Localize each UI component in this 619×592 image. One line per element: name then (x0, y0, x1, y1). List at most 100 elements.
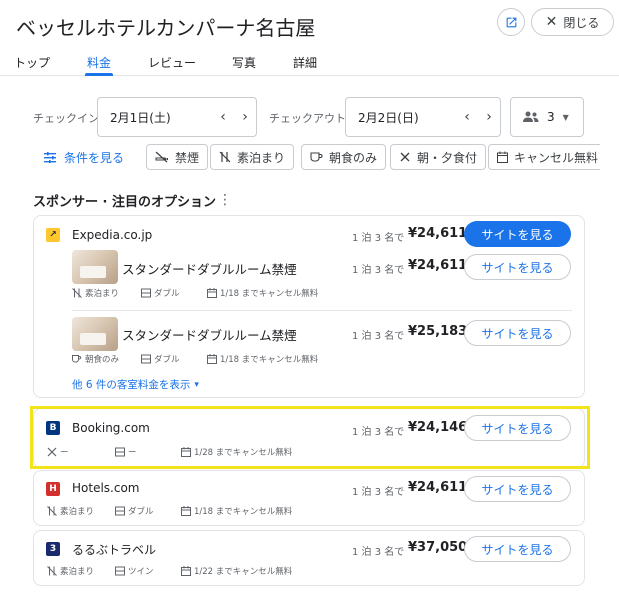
provider-name: るるぶトラベル (72, 543, 157, 557)
no-meals-icon (47, 566, 57, 576)
provider-card-rurubu: 3 るるぶトラベル 1 泊 3 名で ¥37,050 サイトを見る 素泊まり ツ… (33, 530, 585, 586)
chevron-right-icon[interactable]: › (234, 109, 256, 125)
bed-label: ダブル (128, 507, 154, 517)
chevron-left-icon[interactable]: ‹ (456, 109, 478, 125)
bed-label: ツイン (128, 567, 154, 577)
price: ¥37,050 (408, 540, 468, 555)
rurubu-logo-icon: 3 (46, 542, 60, 556)
per-night-label: 1 泊 3 名で (352, 265, 405, 276)
no-meals-icon (219, 151, 231, 163)
guest-count: 3 (547, 110, 555, 124)
room-thumbnail[interactable] (72, 317, 118, 351)
provider-name: Hotels.com (72, 481, 140, 495)
view-site-button[interactable]: サイトを見る (464, 476, 571, 502)
meal-label: 朝食のみ (85, 355, 120, 365)
section-title: スポンサー · 注目のオプション (33, 195, 216, 210)
checkin-label: チェックイン (33, 112, 99, 125)
hotel-title: ベッセルホテルカンパーナ名古屋 (16, 16, 316, 40)
view-site-button[interactable]: サイトを見る (464, 221, 571, 247)
chip-non-smoking[interactable]: 禁煙 (146, 144, 209, 170)
checkin-date: 2月1日(土) (110, 110, 171, 125)
chip-label: 素泊まり (237, 150, 286, 165)
chip-room-only[interactable]: 素泊まり (210, 144, 295, 170)
cancel-label: 1/18 までキャンセル無料 (194, 507, 293, 517)
bed-icon (141, 354, 151, 364)
meal-info: 素泊まり (47, 505, 94, 517)
bed-label: ダブル (154, 289, 180, 299)
room-thumbnail[interactable] (72, 250, 118, 284)
filter-conditions-button[interactable]: 条件を見る (44, 149, 124, 166)
calendar-icon (207, 354, 217, 364)
tab-rates[interactable]: 料金 (87, 54, 111, 71)
chip-free-cancellation[interactable]: キャンセル無料 (488, 144, 600, 170)
close-icon: ✕ (545, 14, 558, 30)
per-night-label: 1 泊 3 名で (352, 547, 405, 558)
highlight-box (30, 406, 590, 469)
cancel-label: 1/18 までキャンセル無料 (220, 355, 319, 365)
tab-photos[interactable]: 写真 (232, 54, 256, 71)
close-button[interactable]: ✕ 閉じる (531, 8, 614, 36)
checkout-date-picker[interactable]: 2月2日(日) ‹ › (345, 97, 501, 137)
open-in-new-icon (506, 17, 516, 27)
bed-info: ツイン (115, 565, 154, 577)
guests-selector[interactable]: 3 ▼ (510, 97, 584, 137)
view-site-button[interactable]: サイトを見る (464, 254, 571, 280)
meal-info: 素泊まり (47, 565, 94, 577)
bed-info: ダブル (141, 353, 180, 365)
tab-bar: トップ 料金 レビュー 写真 詳細 (0, 48, 619, 76)
calendar-icon (497, 151, 508, 163)
tab-reviews[interactable]: レビュー (148, 54, 196, 71)
chip-label: 朝・夕食付 (417, 150, 478, 165)
price: ¥24,611 (408, 480, 468, 495)
cancel-info: 1/18 までキャンセル無料 (181, 505, 292, 517)
checkout-label: チェックアウト (269, 112, 346, 125)
close-label: 閉じる (563, 15, 600, 30)
dropdown-arrow-icon: ▼ (562, 112, 569, 122)
chip-label: キャンセル無料 (514, 150, 599, 165)
tab-details[interactable]: 詳細 (293, 54, 317, 71)
expedia-logo-icon: ↗ (46, 228, 60, 242)
no-meals-icon (47, 506, 57, 516)
provider-card-hotels: H Hotels.com 1 泊 3 名で ¥24,611 サイトを見る 素泊ま… (33, 470, 585, 526)
meal-label: 素泊まり (85, 289, 120, 299)
bed-info: ダブル (115, 505, 154, 517)
bed-icon (115, 506, 125, 516)
restaurant-icon (400, 152, 410, 162)
active-tab-indicator (85, 73, 113, 76)
meal-label: 素泊まり (60, 567, 95, 577)
chip-breakfast[interactable]: 朝食のみ (301, 144, 387, 170)
more-rates-link[interactable]: 他 6 件の客室料金を表示 ▾ (72, 377, 199, 392)
checkin-date-picker[interactable]: 2月1日(土) ‹ › (97, 97, 257, 137)
chip-breakfast-dinner[interactable]: 朝・夕食付 (390, 144, 487, 170)
per-night-label: 1 泊 3 名で (352, 233, 405, 244)
coffee-icon (72, 355, 82, 363)
more-vert-icon[interactable]: ⋮ (218, 190, 232, 210)
divider (72, 310, 572, 311)
chip-label: 禁煙 (175, 150, 200, 165)
calendar-icon (181, 566, 191, 576)
view-site-button[interactable]: サイトを見る (464, 536, 571, 562)
no-meals-icon (72, 288, 82, 298)
chip-label: 朝食のみ (329, 150, 378, 165)
share-button[interactable] (497, 8, 525, 36)
people-icon (523, 111, 539, 122)
room-name: スタンダードダブルルーム禁煙 (122, 328, 297, 343)
checkout-date: 2月2日(日) (358, 110, 419, 125)
chevron-left-icon[interactable]: ‹ (212, 109, 234, 125)
cancel-info: 1/22 までキャンセル無料 (181, 565, 292, 577)
tab-top[interactable]: トップ (14, 54, 50, 71)
no-smoking-icon (155, 151, 168, 163)
room-name: スタンダードダブルルーム禁煙 (122, 262, 297, 277)
price: ¥24,611 (408, 226, 468, 241)
view-site-button[interactable]: サイトを見る (464, 320, 571, 346)
filter-bar: 条件を見る 禁煙 素泊まり 朝食のみ 朝・夕食付 キャンセル無料 (0, 143, 600, 171)
per-night-label: 1 泊 3 名で (352, 331, 405, 342)
provider-name: Expedia.co.jp (72, 228, 153, 242)
bed-icon (115, 566, 125, 576)
chevron-down-icon: ▾ (194, 379, 199, 390)
calendar-icon (181, 506, 191, 516)
cancel-label: 1/18 までキャンセル無料 (220, 289, 319, 299)
calendar-icon (207, 288, 217, 298)
provider-card-expedia: ↗ Expedia.co.jp 1 泊 3 名で ¥24,611 サイトを見る … (33, 215, 585, 398)
chevron-right-icon[interactable]: › (478, 109, 500, 125)
